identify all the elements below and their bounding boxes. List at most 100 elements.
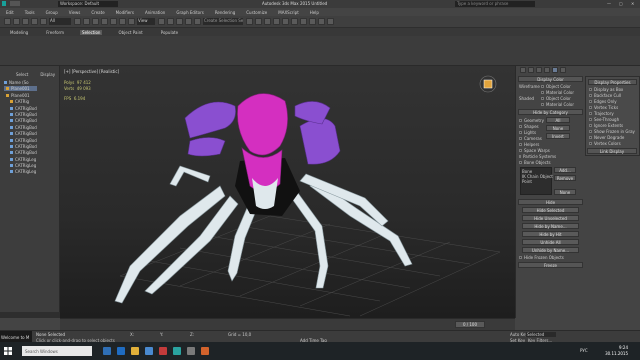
radio-material-color[interactable] bbox=[541, 103, 544, 106]
explorer-icon[interactable] bbox=[131, 347, 139, 355]
layer-icon[interactable] bbox=[264, 18, 271, 25]
scene-tree-item[interactable]: CATRigBod bbox=[4, 118, 37, 123]
window-crossing-icon[interactable] bbox=[101, 18, 108, 25]
rect-region-icon[interactable] bbox=[92, 18, 99, 25]
scene-tree-item[interactable]: CATRigLeg bbox=[4, 157, 37, 162]
checkbox-box[interactable] bbox=[519, 155, 521, 158]
category-checkbox[interactable]: Space Warps bbox=[519, 148, 553, 153]
quick-access-toolbar[interactable] bbox=[10, 1, 20, 6]
material-editor-icon[interactable] bbox=[300, 18, 307, 25]
display-property-checkbox[interactable]: Vertex Ticks bbox=[589, 105, 636, 110]
radio-material-color[interactable] bbox=[541, 91, 544, 94]
checkbox-box[interactable] bbox=[519, 125, 522, 128]
link-display-rollout[interactable]: Link Display bbox=[587, 148, 637, 154]
menu-animation[interactable]: Animation bbox=[145, 10, 165, 15]
hide-button[interactable]: Unhide by Name... bbox=[522, 247, 579, 253]
robot-spider-model[interactable] bbox=[60, 66, 515, 318]
display-property-checkbox[interactable]: Vertex Colors bbox=[589, 141, 636, 146]
undo-icon[interactable] bbox=[4, 18, 11, 25]
edge-icon[interactable] bbox=[117, 347, 125, 355]
display-property-checkbox[interactable]: See-Through bbox=[589, 117, 636, 122]
remove-button[interactable]: Remove bbox=[554, 175, 576, 181]
checkbox-box[interactable] bbox=[519, 149, 522, 152]
modify-tab-icon[interactable] bbox=[528, 67, 534, 73]
named-selection-input[interactable]: Create Selection Se bbox=[203, 18, 243, 25]
selection-filter-dropdown[interactable]: All bbox=[49, 18, 71, 25]
app-icon[interactable] bbox=[187, 347, 195, 355]
graphite-icon[interactable] bbox=[273, 18, 280, 25]
category-checkbox[interactable]: Particle Systems bbox=[519, 154, 556, 159]
tab-freeform[interactable]: Freeform bbox=[44, 30, 66, 35]
hide-button[interactable]: Hide Unselected bbox=[522, 215, 579, 221]
hide-button[interactable]: Hide by Name... bbox=[522, 223, 579, 229]
checkbox-box[interactable] bbox=[519, 119, 522, 122]
menu-modifiers[interactable]: Modifiers bbox=[116, 10, 134, 15]
reference-coord-dropdown[interactable]: View bbox=[137, 18, 155, 25]
select-object-icon[interactable] bbox=[74, 18, 81, 25]
tab-populate[interactable]: Populate bbox=[159, 30, 180, 35]
checkbox-box[interactable] bbox=[589, 94, 592, 97]
coord-x[interactable]: X: bbox=[130, 332, 134, 337]
link-icon[interactable] bbox=[22, 18, 29, 25]
menu-group[interactable]: Group bbox=[46, 10, 58, 15]
hierarchy-tab-icon[interactable] bbox=[536, 67, 542, 73]
checkbox-box[interactable] bbox=[519, 131, 522, 134]
checkbox-box[interactable] bbox=[589, 100, 592, 103]
scale-icon[interactable] bbox=[128, 18, 135, 25]
scene-tree-item[interactable]: CATRigLeg bbox=[4, 163, 37, 168]
checkbox-box[interactable] bbox=[519, 161, 522, 164]
rotate-icon[interactable] bbox=[119, 18, 126, 25]
display-properties-rollout[interactable]: Display Properties bbox=[588, 79, 637, 85]
unlink-icon[interactable] bbox=[31, 18, 38, 25]
curve-editor-icon[interactable] bbox=[282, 18, 289, 25]
menu-tools[interactable]: Tools bbox=[25, 10, 35, 15]
scene-tree-item[interactable]: CATRigBod bbox=[4, 112, 37, 117]
freeze-rollout[interactable]: Freeze bbox=[518, 262, 583, 268]
category-checkbox[interactable]: Helpers bbox=[519, 142, 553, 147]
scene-tree-item[interactable]: CATRigBod bbox=[4, 106, 37, 111]
time-slider-thumb[interactable]: 0 / 100 bbox=[455, 321, 485, 328]
all-button[interactable]: All bbox=[546, 117, 570, 123]
menu-edit[interactable]: Edit bbox=[6, 10, 14, 15]
render-icon[interactable] bbox=[327, 18, 334, 25]
hide-by-category-rollout[interactable]: Hide by Category bbox=[518, 109, 583, 115]
utilities-tab-icon[interactable] bbox=[560, 67, 566, 73]
scene-tree-item[interactable]: CATRigBod bbox=[4, 144, 37, 149]
clock[interactable]: 9:24 30.11.2015 bbox=[605, 345, 628, 357]
time-slider[interactable]: 0 / 100 bbox=[60, 318, 515, 330]
perspective-viewport[interactable]: [+] [Perspective] [Realistic] Polys 97 4… bbox=[60, 66, 515, 318]
invert-button[interactable]: Invert bbox=[546, 133, 570, 139]
checkbox-box[interactable] bbox=[589, 142, 592, 145]
app-icon[interactable] bbox=[159, 347, 167, 355]
tab-selection[interactable]: Selection bbox=[80, 29, 103, 35]
list-item[interactable]: Point bbox=[522, 179, 550, 184]
scene-tree-item[interactable]: CATRigBod bbox=[4, 125, 37, 130]
display-property-checkbox[interactable]: Show Frozen in Gray bbox=[589, 129, 636, 134]
menu-create[interactable]: Create bbox=[91, 10, 104, 15]
checkbox-box[interactable] bbox=[519, 143, 522, 146]
rendered-frame-icon[interactable] bbox=[318, 18, 325, 25]
add-button[interactable]: Add... bbox=[554, 167, 576, 173]
hide-frozen-checkbox[interactable]: Hide Frozen Objects bbox=[519, 255, 582, 260]
display-tab-icon[interactable] bbox=[552, 67, 558, 73]
close-icon[interactable]: ✕ bbox=[631, 1, 634, 6]
checkbox-box[interactable] bbox=[519, 137, 522, 140]
tab-display[interactable]: Display bbox=[40, 72, 55, 77]
scene-tree-item[interactable]: CATRigBod bbox=[4, 138, 37, 143]
checkbox-box[interactable] bbox=[589, 136, 592, 139]
redo-icon[interactable] bbox=[13, 18, 20, 25]
checkbox-box[interactable] bbox=[589, 112, 592, 115]
menu-views[interactable]: Views bbox=[69, 10, 81, 15]
key-mode-dropdown[interactable]: Selected bbox=[526, 332, 556, 337]
tab-modeling[interactable]: Modeling bbox=[8, 30, 30, 35]
coord-z[interactable]: Z: bbox=[190, 332, 194, 337]
scene-tree-item[interactable]: CATRigLeg bbox=[4, 169, 37, 174]
checkbox-box[interactable] bbox=[519, 256, 522, 259]
checkbox-box[interactable] bbox=[589, 124, 592, 127]
scene-tree-item[interactable]: CATRig bbox=[4, 99, 37, 104]
radio-object-color[interactable] bbox=[541, 97, 544, 100]
tab-select[interactable]: Select bbox=[16, 72, 28, 77]
display-property-checkbox[interactable]: Backface Cull bbox=[589, 93, 636, 98]
snaps-icon[interactable] bbox=[167, 18, 174, 25]
hide-button[interactable]: Hide Selected bbox=[522, 207, 579, 213]
